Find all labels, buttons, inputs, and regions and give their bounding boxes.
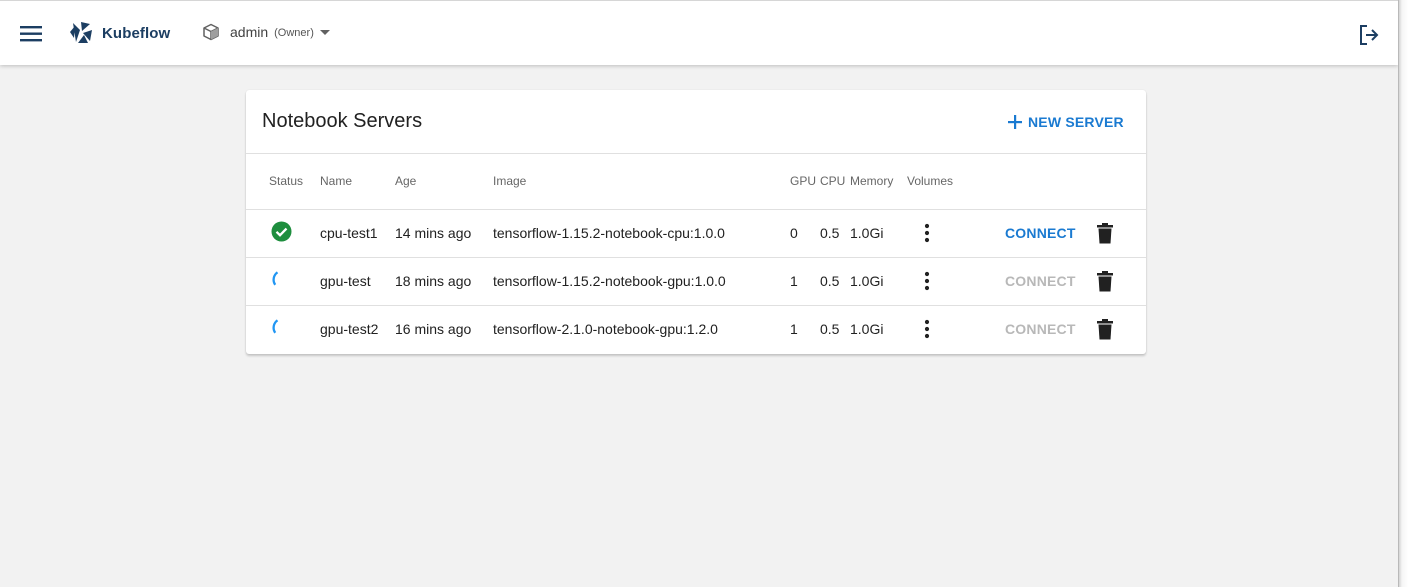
- connect-button[interactable]: CONNECT: [1005, 273, 1076, 289]
- caret-down-icon: [319, 30, 330, 35]
- row-cpu: 0.5: [820, 321, 840, 337]
- spinner-icon: [272, 319, 279, 334]
- row-name: cpu-test1: [320, 225, 378, 241]
- delete-icon[interactable]: [1096, 319, 1114, 340]
- column-header-image: Image: [493, 174, 527, 188]
- row-name: gpu-test: [320, 273, 371, 289]
- namespace-name: admin: [230, 24, 269, 40]
- spinner-icon: [272, 271, 279, 286]
- top-bar: Kubeflow admin (Owner): [0, 0, 1398, 65]
- row-memory: 1.0Gi: [850, 273, 884, 289]
- kubeflow-logo[interactable]: Kubeflow: [68, 20, 170, 46]
- logout-icon[interactable]: [1357, 23, 1381, 47]
- delete-icon[interactable]: [1096, 271, 1114, 292]
- row-age: 18 mins ago: [395, 273, 472, 289]
- app-window: Kubeflow admin (Owner) Notebook Servers: [0, 0, 1398, 587]
- connect-button[interactable]: CONNECT: [1005, 225, 1076, 241]
- new-server-label: NEW SERVER: [1028, 114, 1124, 130]
- new-server-button[interactable]: NEW SERVER: [1007, 111, 1124, 133]
- window-edge: [1398, 0, 1408, 587]
- row-memory: 1.0Gi: [850, 225, 884, 241]
- column-header-name: Name: [320, 174, 353, 188]
- row-cpu: 0.5: [820, 273, 840, 289]
- kubeflow-logo-icon: [70, 22, 92, 43]
- row-gpu: 1: [790, 321, 798, 337]
- row-age: 14 mins ago: [395, 225, 472, 241]
- row-image: tensorflow-1.15.2-notebook-cpu:1.0.0: [493, 225, 725, 241]
- column-header-memory: Memory: [850, 174, 894, 188]
- namespace-selector[interactable]: admin (Owner): [202, 23, 330, 41]
- delete-icon[interactable]: [1096, 223, 1114, 244]
- column-header-cpu: CPU: [820, 174, 846, 188]
- row-name: gpu-test2: [320, 321, 379, 337]
- divider: [246, 257, 1146, 258]
- row-age: 16 mins ago: [395, 321, 472, 337]
- app-name: Kubeflow: [102, 24, 171, 42]
- namespace-role: (Owner): [274, 27, 314, 39]
- plus-icon: [1008, 115, 1022, 129]
- column-header-status: Status: [269, 174, 304, 188]
- divider: [246, 153, 1146, 154]
- more-vert-icon[interactable]: [917, 270, 937, 292]
- divider: [246, 305, 1146, 306]
- column-header-age: Age: [395, 174, 417, 188]
- row-image: tensorflow-1.15.2-notebook-gpu:1.0.0: [493, 273, 726, 289]
- check-circle-icon: [271, 221, 292, 242]
- divider: [246, 209, 1146, 210]
- more-vert-icon[interactable]: [917, 318, 937, 340]
- column-header-volumes: Volumes: [907, 174, 954, 188]
- menu-icon[interactable]: [16, 19, 46, 49]
- column-header-gpu: GPU: [790, 174, 817, 188]
- more-vert-icon[interactable]: [917, 222, 937, 244]
- connect-button[interactable]: CONNECT: [1005, 321, 1076, 337]
- cube-icon: [203, 23, 219, 41]
- row-gpu: 0: [790, 225, 798, 241]
- row-gpu: 1: [790, 273, 798, 289]
- row-cpu: 0.5: [820, 225, 840, 241]
- row-memory: 1.0Gi: [850, 321, 884, 337]
- card-title: Notebook Servers: [262, 110, 423, 132]
- row-image: tensorflow-2.1.0-notebook-gpu:1.2.0: [493, 321, 718, 337]
